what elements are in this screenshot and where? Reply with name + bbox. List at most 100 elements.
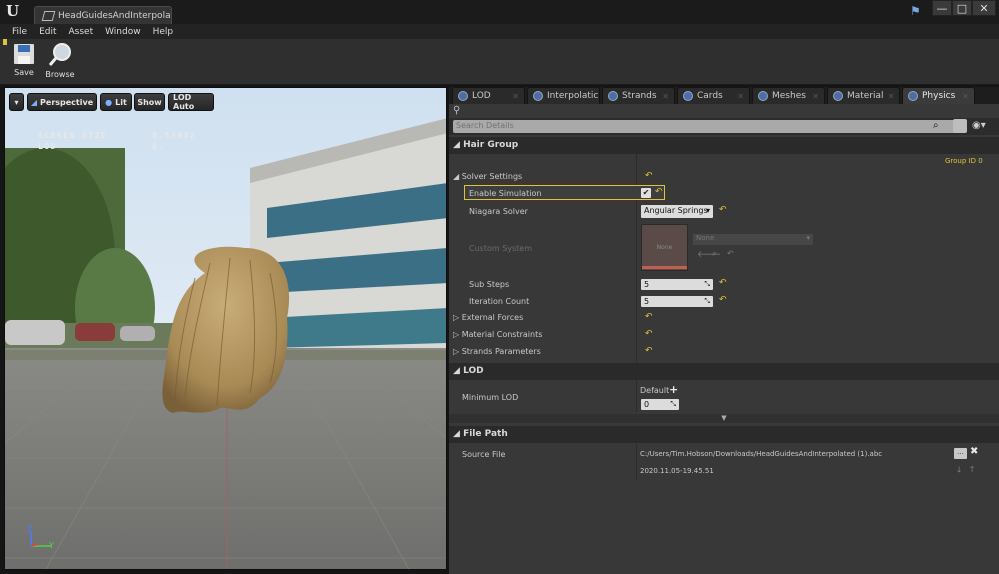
niagara-solver-label: Niagara Solver (469, 207, 528, 216)
reset-icon[interactable]: ↶ (645, 329, 653, 339)
viewport[interactable]: Z Y ▾ ◢ Perspective ● Lit Show LOD Auto … (4, 87, 447, 570)
save-label: Save (14, 68, 34, 77)
external-forces-row[interactable]: ▷ External Forces (453, 313, 523, 322)
sub-steps-input[interactable]: 5 ⤡ (641, 279, 713, 290)
tab-material[interactable]: Material ✕ (827, 87, 900, 104)
tab-icon (533, 91, 543, 101)
reset-icon[interactable]: ↶ (645, 312, 653, 322)
tab-icon (833, 91, 843, 101)
clear-icon[interactable]: ✖ (970, 446, 978, 457)
download-arrow-icon[interactable]: 🡓 (957, 464, 961, 478)
external-forces-label: External Forces (461, 313, 524, 322)
minimum-lod-input[interactable]: 0 ⤡ (641, 399, 679, 410)
tab-meshes[interactable]: Meshes ✕ (752, 87, 825, 104)
close-tab-icon[interactable]: ✕ (888, 92, 895, 101)
lod-header[interactable]: ◢ LOD (449, 363, 999, 380)
toolbar: Save Browse (0, 39, 999, 85)
view-options-icon[interactable] (953, 119, 967, 133)
tab-physics[interactable]: Physics ✕ (902, 87, 975, 104)
strands-parameters-label: Strands Parameters (461, 347, 541, 356)
lod-auto-button[interactable]: LOD Auto (168, 93, 214, 111)
perspective-button[interactable]: ◢ Perspective (27, 93, 97, 111)
menu-file[interactable]: File (6, 27, 33, 37)
tab-label: Strands (622, 91, 657, 101)
viewport-scene (5, 88, 446, 569)
close-tab-icon[interactable]: ✕ (662, 92, 669, 101)
custom-system-value: None (696, 234, 715, 242)
expand-advanced-button[interactable]: ▼ (449, 414, 999, 423)
column-divider (636, 444, 637, 480)
group-id-label: Group ID 0 (945, 157, 983, 165)
chevron-down-icon: ▾ (806, 234, 810, 242)
use-selected-arrow-icon[interactable]: 🡐 (697, 249, 721, 260)
upload-arrow-icon[interactable]: 🡑 (970, 464, 974, 478)
reset-icon[interactable]: ↶ (719, 278, 727, 288)
lit-button[interactable]: ● Lit (100, 93, 132, 111)
source-control-icon[interactable]: ⚑ (910, 4, 926, 18)
close-tab-icon[interactable]: ✕ (962, 92, 969, 101)
spin-arrows-icon: ⤡ (704, 280, 710, 288)
reset-icon[interactable]: ↶ (645, 171, 653, 181)
search-icon[interactable]: ⌕ (933, 120, 943, 133)
reset-icon[interactable]: ↶ (727, 249, 734, 258)
eye-icon[interactable]: ◉▾ (972, 120, 994, 132)
source-file-timestamp: 2020.11.05-19.45.51 (640, 467, 714, 475)
solver-settings-header[interactable]: ◢ Solver Settings (453, 172, 522, 181)
reset-icon[interactable]: ↶ (719, 205, 727, 215)
screen-size-value: 0.53482 (152, 131, 197, 140)
iteration-count-label: Iteration Count (469, 297, 530, 306)
show-button[interactable]: Show (134, 93, 165, 111)
source-file-path: C:/Users/Tim.Hobson/Downloads/HeadGuides… (640, 450, 883, 458)
tab-strands[interactable]: Strands ✕ (602, 87, 675, 104)
menu-asset[interactable]: Asset (63, 27, 100, 37)
reset-icon[interactable]: ↶ (645, 346, 653, 356)
close-tab-icon[interactable]: ✕ (512, 92, 519, 101)
chevron-down-icon: ▼ (721, 414, 727, 422)
lod-hud-value: 0. (152, 142, 165, 151)
lod-title: LOD (463, 366, 484, 376)
viewport-options-button[interactable]: ▾ (9, 93, 24, 111)
tab-cards[interactable]: Cards ✕ (677, 87, 750, 104)
material-constraints-row[interactable]: ▷ Material Constraints (453, 330, 542, 339)
close-tab-icon[interactable]: ✕ (737, 92, 744, 101)
close-tab-icon[interactable]: ✕ (812, 92, 819, 101)
pin-icon[interactable]: ⚲ (453, 105, 463, 116)
menu-help[interactable]: Help (147, 27, 180, 37)
minimum-lod-value: 0 (644, 400, 650, 409)
details-tab-bar: LOD✕ Interpolatic✕ Strands ✕ Cards ✕ Meshe… (449, 87, 999, 104)
tab-label: Meshes (772, 91, 806, 101)
tab-interpolation[interactable]: Interpolatic✕ (527, 87, 600, 104)
tab-label: Cards (697, 91, 723, 101)
perspective-label: Perspective (40, 97, 94, 107)
lit-sphere-icon: ● (105, 97, 113, 107)
enable-simulation-checkbox[interactable]: ✔ (641, 188, 651, 198)
iteration-count-input[interactable]: 5 ⤡ (641, 296, 713, 307)
reset-icon[interactable]: ↶ (719, 295, 727, 305)
minimize-button[interactable]: — (932, 0, 952, 16)
hair-group-header[interactable]: ◢ Hair Group (449, 137, 999, 154)
add-icon[interactable]: + (669, 383, 678, 396)
menu-edit[interactable]: Edit (33, 27, 62, 37)
close-window-button[interactable]: ✕ (972, 0, 996, 16)
browse-file-button[interactable]: ... (954, 448, 967, 459)
minimum-lod-label: Minimum LOD (462, 393, 519, 402)
reset-icon[interactable]: ↶ (655, 187, 663, 197)
custom-system-thumbnail[interactable]: None (641, 224, 688, 271)
solver-settings-label: Solver Settings (461, 172, 523, 181)
tab-icon (758, 91, 768, 101)
browse-label: Browse (45, 70, 75, 79)
niagara-solver-dropdown[interactable]: Angular Springs ▾ (641, 205, 713, 218)
browse-button[interactable]: Browse (42, 41, 78, 83)
material-constraints-label: Material Constraints (461, 330, 543, 339)
browse-search-icon[interactable]: ⌕ (712, 249, 717, 259)
custom-system-picker[interactable]: None ▾ (693, 234, 813, 245)
document-tab[interactable]: HeadGuidesAndInterpolat ✕ (34, 6, 172, 24)
maximize-button[interactable]: □ (952, 0, 972, 16)
menu-window[interactable]: Window (99, 27, 147, 37)
save-button[interactable]: Save (6, 41, 42, 83)
axis-y-label: Y (49, 541, 54, 550)
search-details-input[interactable]: Search Details (453, 120, 961, 133)
strands-parameters-row[interactable]: ▷ Strands Parameters (453, 347, 541, 356)
file-path-header[interactable]: ◢ File Path (449, 426, 999, 443)
tab-lod[interactable]: LOD ✕ (452, 87, 525, 104)
